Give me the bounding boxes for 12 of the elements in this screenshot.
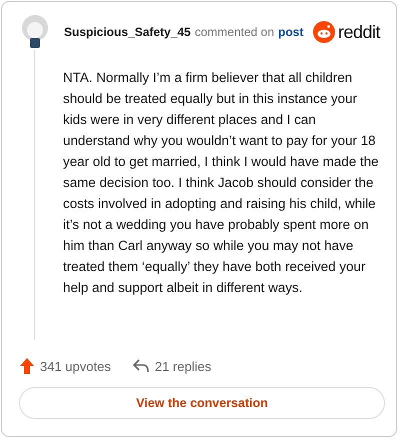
brand-name: reddit [338, 22, 380, 42]
reply-count: 21 replies [154, 358, 212, 374]
comment-text: NTA. Normally I’m a firm believer that all children should be treated equally but in this instance your kids were in very different places and I can understand why you wouldn’t want to pay for your 18 year old to get married, I think I would have made the same decision too. I think Jacob should consider the costs involved in adopting and raising his child, while it’s not a wedding you have probably spent more on him than Carl anyway so while you may not have treated them ‘equally’ they have both received your help and support albeit in different ways. [63, 69, 380, 297]
action-text: commented on [194, 25, 274, 39]
upvote-count: 341 upvotes [40, 358, 111, 374]
reddit-alien-icon [312, 21, 335, 43]
upvote-arrow-icon[interactable] [20, 358, 34, 374]
view-conversation-button[interactable]: View the conversation [19, 387, 385, 419]
post-link[interactable]: post [278, 25, 304, 39]
reply-arrow-icon[interactable] [132, 359, 149, 373]
avatar-icon [19, 14, 51, 50]
username[interactable]: Suspicious_Safety_45 [64, 25, 191, 39]
